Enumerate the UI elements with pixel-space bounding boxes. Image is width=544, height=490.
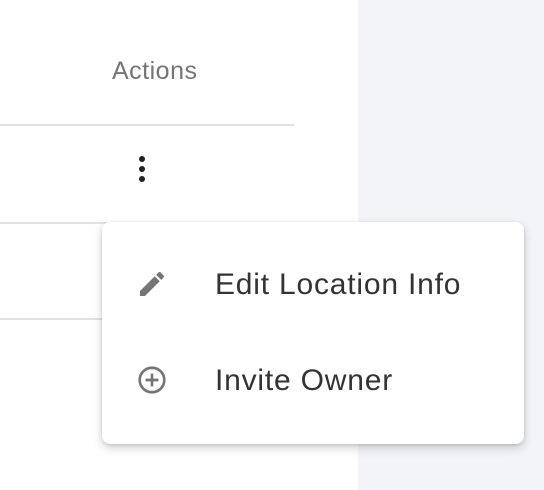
kebab-dot [139,166,145,172]
menu-item-label: Edit Location Info [215,268,462,301]
table-row [0,126,358,224]
more-vert-icon[interactable] [128,154,156,190]
add-circle-outline-icon [138,366,166,394]
kebab-dot [139,156,145,162]
page: Actions Edit Location Info Invite Owner [0,0,544,490]
kebab-dot [139,176,145,182]
actions-header-label: Actions [112,57,198,85]
menu-item-label: Invite Owner [215,364,393,397]
actions-column-header: Actions [0,42,294,126]
menu-item-edit-location-info[interactable]: Edit Location Info [102,238,524,334]
menu-item-invite-owner[interactable]: Invite Owner [102,334,524,430]
actions-dropdown-menu: Edit Location Info Invite Owner [102,222,524,444]
pencil-icon [140,271,165,296]
